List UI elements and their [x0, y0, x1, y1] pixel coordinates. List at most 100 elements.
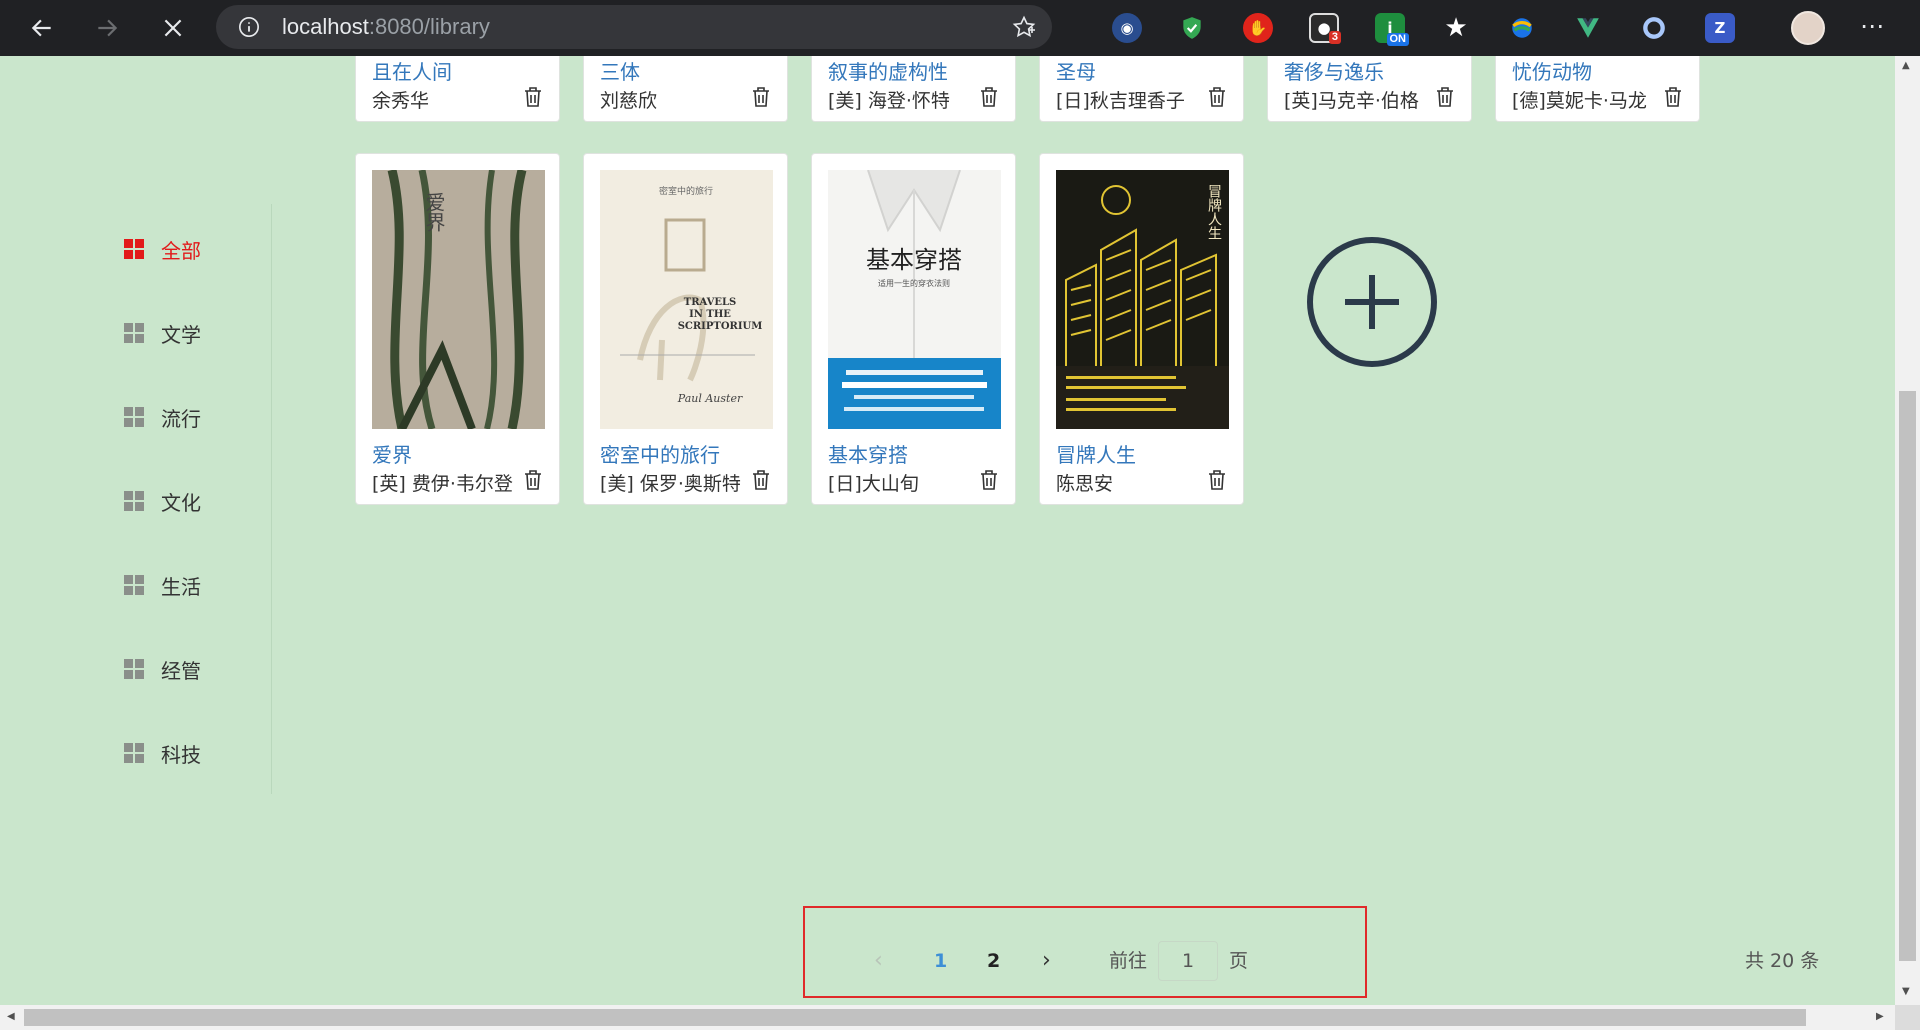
- stop-loading-button[interactable]: [155, 10, 191, 46]
- goto-page-input[interactable]: [1158, 941, 1218, 981]
- book-card[interactable]: 密室中的旅行 TRAVELS IN THE SCRIPTORIUM Paul A…: [583, 153, 788, 505]
- grid-icon: [124, 575, 144, 595]
- back-button[interactable]: [24, 10, 60, 46]
- trash-icon[interactable]: [979, 86, 999, 108]
- next-page-button[interactable]: ›: [1042, 948, 1051, 974]
- url-text[interactable]: localhost:8080/library: [282, 16, 490, 38]
- sidebar-item-all[interactable]: 全部: [124, 229, 201, 269]
- book-card[interactable]: 基本穿搭 适用一生的穿衣法则 基本穿搭 [日]大山旬: [811, 153, 1016, 505]
- trash-icon[interactable]: [979, 469, 999, 491]
- scroll-right-icon[interactable]: ▶: [1876, 1011, 1884, 1022]
- grid-icon: [124, 323, 144, 343]
- horizontal-scrollbar[interactable]: ◀ ▶: [0, 1005, 1895, 1030]
- book-card[interactable]: 圣母 [日]秋吉理香子: [1039, 56, 1244, 122]
- book-author: [德]莫妮卡·马龙: [1512, 90, 1647, 112]
- trash-icon[interactable]: [751, 86, 771, 108]
- sidebar-item-label: 经管: [161, 658, 201, 683]
- star-bookmark-icon[interactable]: ★: [1441, 13, 1471, 43]
- svg-text:SCRIPTORIUM: SCRIPTORIUM: [678, 321, 763, 332]
- sidebar-item-popular[interactable]: 流行: [124, 397, 201, 437]
- zotero-icon[interactable]: Z: [1705, 13, 1735, 43]
- sidebar-item-label: 流行: [161, 406, 201, 431]
- sidebar-item-label: 生活: [161, 574, 201, 599]
- sidebar-item-label: 文化: [161, 490, 201, 515]
- profile-avatar[interactable]: [1791, 11, 1825, 45]
- book-title[interactable]: 爱界: [372, 439, 412, 468]
- total-count: 共 20 条: [1745, 950, 1820, 972]
- book-cover[interactable]: 基本穿搭 适用一生的穿衣法则: [828, 170, 1001, 429]
- firefox-relay-icon[interactable]: ◉: [1112, 13, 1142, 43]
- book-cover[interactable]: 密室中的旅行 TRAVELS IN THE SCRIPTORIUM Paul A…: [600, 170, 773, 429]
- vue-devtools-icon[interactable]: [1573, 13, 1603, 43]
- forward-button[interactable]: [89, 10, 125, 46]
- sidebar-item-label: 科技: [161, 742, 201, 767]
- trash-icon[interactable]: [523, 469, 543, 491]
- toggle-on-icon[interactable]: i ON: [1375, 13, 1409, 46]
- trash-icon[interactable]: [1207, 86, 1227, 108]
- scroll-left-icon[interactable]: ◀: [7, 1011, 15, 1022]
- bookmark-star-icon[interactable]: [1012, 15, 1036, 39]
- book-title[interactable]: 忧伤动物: [1512, 56, 1592, 85]
- cover-title: 冒牌人生: [1206, 184, 1222, 240]
- book-author: 刘慈欣: [600, 90, 658, 112]
- book-card[interactable]: 冒牌人生 冒牌人生 陈思安: [1039, 153, 1244, 505]
- book-title[interactable]: 叙事的虚构性: [828, 56, 948, 85]
- book-card[interactable]: 且在人间 余秀华: [355, 56, 560, 122]
- book-card[interactable]: 爱界 爱界 [英] 费伊·韦尔登: [355, 153, 560, 505]
- url-host: localhost: [282, 14, 369, 39]
- plus-circle-icon: [1307, 237, 1437, 367]
- book-title[interactable]: 且在人间: [372, 56, 452, 85]
- page-1-button[interactable]: 1: [934, 948, 947, 974]
- cover-title: 基本穿搭: [866, 246, 962, 274]
- browser-menu-icon[interactable]: ⋯: [1860, 14, 1885, 38]
- sidebar-item-culture[interactable]: 文化: [124, 481, 201, 521]
- scroll-down-icon[interactable]: ▼: [1902, 986, 1910, 997]
- book-author: [美] 保罗·奥斯特: [600, 473, 741, 495]
- prev-page-button[interactable]: ‹: [874, 948, 883, 974]
- goto-label: 前往: [1109, 950, 1148, 972]
- book-card[interactable]: 忧伤动物 [德]莫妮卡·马龙: [1495, 56, 1700, 122]
- vertical-scrollbar[interactable]: ▲ ▼: [1895, 56, 1920, 1005]
- book-card[interactable]: 三体 刘慈欣: [583, 56, 788, 122]
- shield-check-icon[interactable]: [1177, 13, 1207, 43]
- sidebar-item-literature[interactable]: 文学: [124, 313, 201, 353]
- goto-unit: 页: [1229, 950, 1249, 972]
- book-title[interactable]: 奢侈与逸乐: [1284, 56, 1384, 85]
- trash-icon[interactable]: [1663, 86, 1683, 108]
- cover-subtitle: 适用一生的穿衣法则: [878, 278, 950, 288]
- book-title[interactable]: 圣母: [1056, 56, 1096, 85]
- loop-icon[interactable]: [1639, 13, 1669, 43]
- horizontal-scroll-thumb[interactable]: [24, 1009, 1806, 1026]
- book-cover[interactable]: 冒牌人生: [1056, 170, 1229, 429]
- cover-title: 爱界: [422, 192, 446, 232]
- url-path: :8080/library: [368, 14, 490, 39]
- sidebar-item-life[interactable]: 生活: [124, 565, 201, 605]
- book-title[interactable]: 冒牌人生: [1056, 439, 1136, 468]
- book-title[interactable]: 密室中的旅行: [600, 439, 720, 468]
- book-title[interactable]: 三体: [600, 56, 640, 85]
- vertical-scroll-thumb[interactable]: [1899, 391, 1916, 961]
- book-author: [英]马克辛·伯格: [1284, 90, 1419, 112]
- trash-icon[interactable]: [1207, 469, 1227, 491]
- info-icon[interactable]: [238, 16, 260, 38]
- sidebar-item-technology[interactable]: 科技: [124, 733, 201, 773]
- book-card[interactable]: 奢侈与逸乐 [英]马克辛·伯格: [1267, 56, 1472, 122]
- add-book-button[interactable]: [1305, 235, 1439, 369]
- page-2-button[interactable]: 2: [987, 948, 1000, 974]
- scrollbar-corner: [1895, 1005, 1920, 1030]
- toggle-badge: ON: [1386, 33, 1409, 46]
- svg-text:IN THE: IN THE: [689, 309, 731, 320]
- grid-icon: [124, 659, 144, 679]
- book-card[interactable]: 叙事的虚构性 [美] 海登·怀特: [811, 56, 1016, 122]
- trash-icon[interactable]: [751, 469, 771, 491]
- recorder-icon[interactable]: ● 3: [1309, 13, 1341, 44]
- trash-icon[interactable]: [1435, 86, 1455, 108]
- trash-icon[interactable]: [523, 86, 543, 108]
- book-cover[interactable]: 爱界: [372, 170, 545, 429]
- rainbow-globe-icon[interactable]: [1507, 13, 1537, 43]
- book-title[interactable]: 基本穿搭: [828, 439, 908, 468]
- scroll-up-icon[interactable]: ▲: [1902, 60, 1910, 71]
- stop-hand-icon[interactable]: ✋: [1243, 13, 1273, 43]
- sidebar-item-management[interactable]: 经管: [124, 649, 201, 689]
- address-bar[interactable]: localhost:8080/library: [216, 5, 1052, 49]
